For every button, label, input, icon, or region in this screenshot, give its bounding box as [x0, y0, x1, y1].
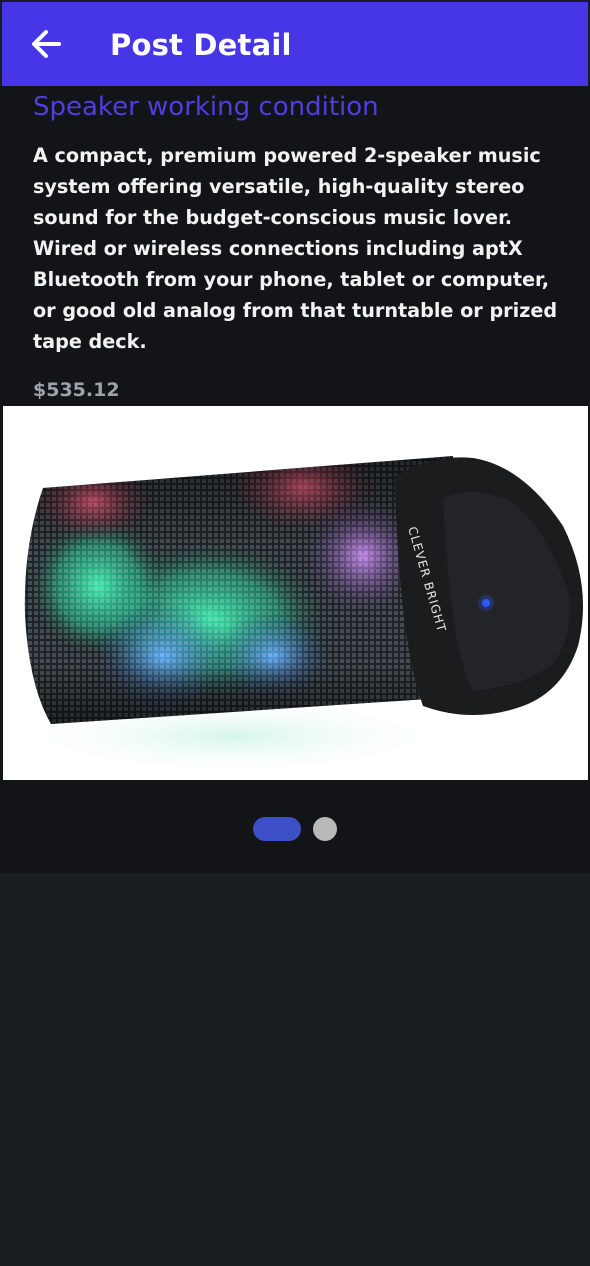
post-description: A compact, premium powered 2-speaker mus… [33, 144, 558, 353]
product-image[interactable]: CLEVER BRIGHT [3, 406, 588, 780]
carousel-dot[interactable] [313, 817, 337, 841]
empty-area [0, 873, 590, 1266]
post-content: Speaker working condition A compact, pre… [0, 86, 590, 873]
post-price: $535.12 [33, 379, 120, 401]
post-title: Speaker working condition [33, 92, 379, 122]
app-bar: Post Detail [2, 2, 588, 86]
carousel-indicator [0, 816, 590, 842]
arrow-left-icon [28, 26, 64, 66]
speaker-image: CLEVER BRIGHT [3, 456, 583, 776]
screen: Post Detail Speaker working condition A … [0, 0, 590, 1266]
back-button[interactable] [24, 24, 68, 68]
page-title: Post Detail [110, 28, 292, 62]
carousel-dot-active[interactable] [253, 817, 301, 841]
